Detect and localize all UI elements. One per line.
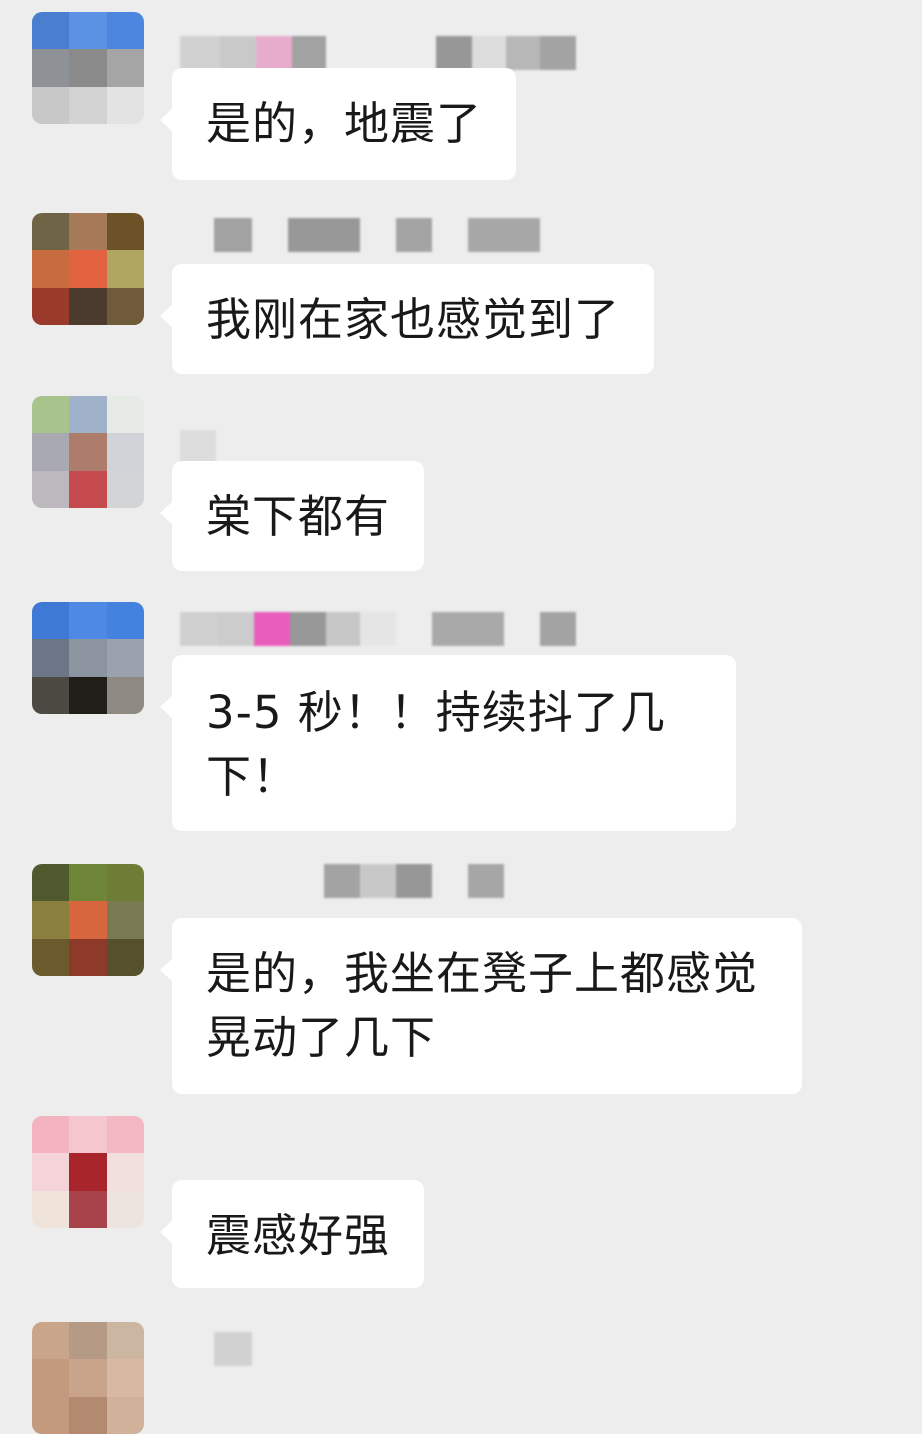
avatar[interactable] (32, 396, 144, 508)
message-bubble[interactable]: 我刚在家也感觉到了 (159, 264, 655, 374)
avatar[interactable] (32, 213, 144, 325)
sender-name-blurred (214, 218, 540, 252)
avatar[interactable] (32, 1116, 144, 1228)
message-text: 我刚在家也感觉到了 (206, 293, 621, 346)
sender-name-blurred (180, 36, 576, 70)
avatar[interactable] (32, 12, 144, 124)
avatar[interactable] (32, 602, 144, 714)
message-text: 是的，地震了 (206, 97, 483, 150)
avatar[interactable] (32, 864, 144, 976)
sender-name-blurred (324, 864, 504, 898)
message-bubble[interactable]: 棠下都有 (159, 461, 425, 571)
message-bubble[interactable]: 震感好强 (159, 1180, 425, 1288)
message-bubble[interactable]: 是的，地震了 (159, 68, 517, 180)
message-text: 3-5 秒！！持续抖了几下！ (206, 686, 666, 803)
message-text: 是的，我坐在凳子上都感觉晃动了几下 (206, 947, 759, 1064)
message-bubble[interactable]: 3-5 秒！！持续抖了几下！ (160, 655, 736, 831)
avatar[interactable] (32, 1322, 144, 1434)
sender-name-blurred (180, 612, 576, 646)
message-text: 棠下都有 (206, 490, 391, 543)
sender-name-blurred (214, 1332, 252, 1366)
message-bubble[interactable]: 是的，我坐在凳子上都感觉晃动了几下 (160, 918, 802, 1094)
message-text: 震感好强 (206, 1209, 391, 1262)
sender-name-blurred (180, 430, 216, 464)
